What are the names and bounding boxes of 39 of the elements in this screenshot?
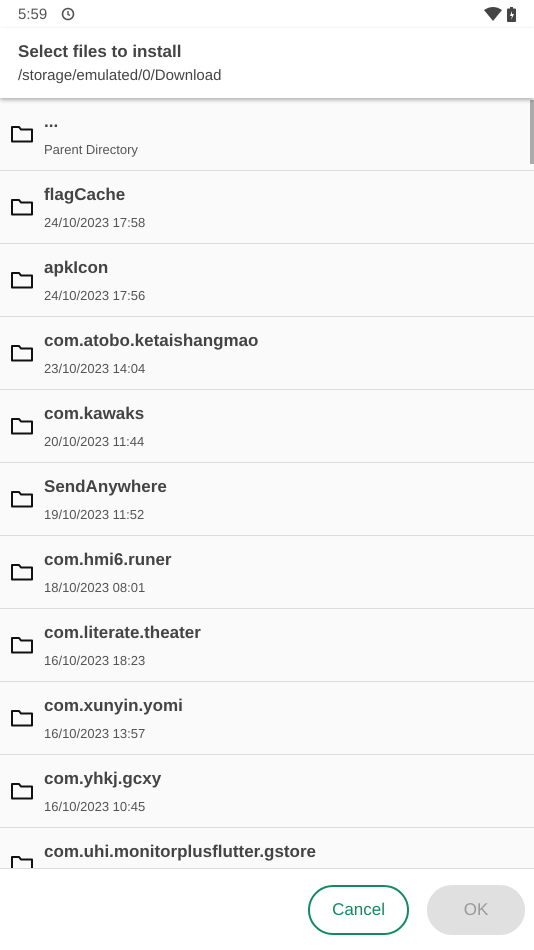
folder-icon xyxy=(10,489,34,509)
folder-icon xyxy=(10,416,34,436)
folder-detail: 23/10/2023 14:04 xyxy=(44,360,146,376)
folder-icon xyxy=(10,708,34,728)
folder-detail: 16/10/2023 13:57 xyxy=(44,726,146,740)
battery-icon xyxy=(507,6,516,22)
folder-detail: 24/10/2023 17:56 xyxy=(44,288,146,302)
folder-detail: 19/10/2023 11:52 xyxy=(44,506,146,522)
cancel-button[interactable]: Cancel xyxy=(308,885,409,935)
dialog-title: Select files to install xyxy=(18,41,182,62)
scrollbar xyxy=(530,100,534,164)
folder-detail: 16/10/2023 10:45 xyxy=(44,798,146,814)
folder-name[interactable]: apkIcon xyxy=(44,258,146,278)
directory-path: /storage/emulated/0/Download xyxy=(18,67,222,84)
folder-icon xyxy=(10,854,34,868)
folder-name[interactable]: com.kawaks xyxy=(44,404,144,424)
folder-name[interactable]: com.xunyin.yomi xyxy=(44,696,183,716)
folder-name[interactable]: com.hmi6.runer xyxy=(44,550,172,570)
folder-detail: 18/10/2023 08:01 xyxy=(44,580,146,594)
folder-icon xyxy=(10,197,34,217)
folder-detail: 20/10/2023 11:44 xyxy=(44,434,144,448)
folder-icon xyxy=(10,635,34,655)
folder-icon xyxy=(10,562,34,582)
folder-name[interactable]: com.atobo.ketaishangmao xyxy=(44,330,258,350)
folder-icon xyxy=(10,270,34,290)
folder-detail: 24/10/2023 17:58 xyxy=(44,214,146,230)
folder-icon xyxy=(10,343,34,363)
folder-name[interactable]: com.yhkj.gcxy xyxy=(44,768,162,788)
folder-detail: 16/10/2023 18:23 xyxy=(44,652,146,668)
folder-icon xyxy=(10,124,34,144)
folder-icon xyxy=(10,781,34,801)
folder-name[interactable]: ... xyxy=(44,112,138,132)
folder-name[interactable]: com.literate.theater xyxy=(44,622,201,642)
folder-name[interactable]: flagCache xyxy=(44,184,146,204)
wifi-icon xyxy=(484,7,502,21)
folder-detail: Parent Directory xyxy=(44,142,138,156)
folder-name[interactable]: com.uhi.monitorplusflutter.gstore xyxy=(44,842,316,862)
clock-time: 5:59 xyxy=(18,6,48,22)
folder-name[interactable]: SendAnywhere xyxy=(44,476,167,496)
